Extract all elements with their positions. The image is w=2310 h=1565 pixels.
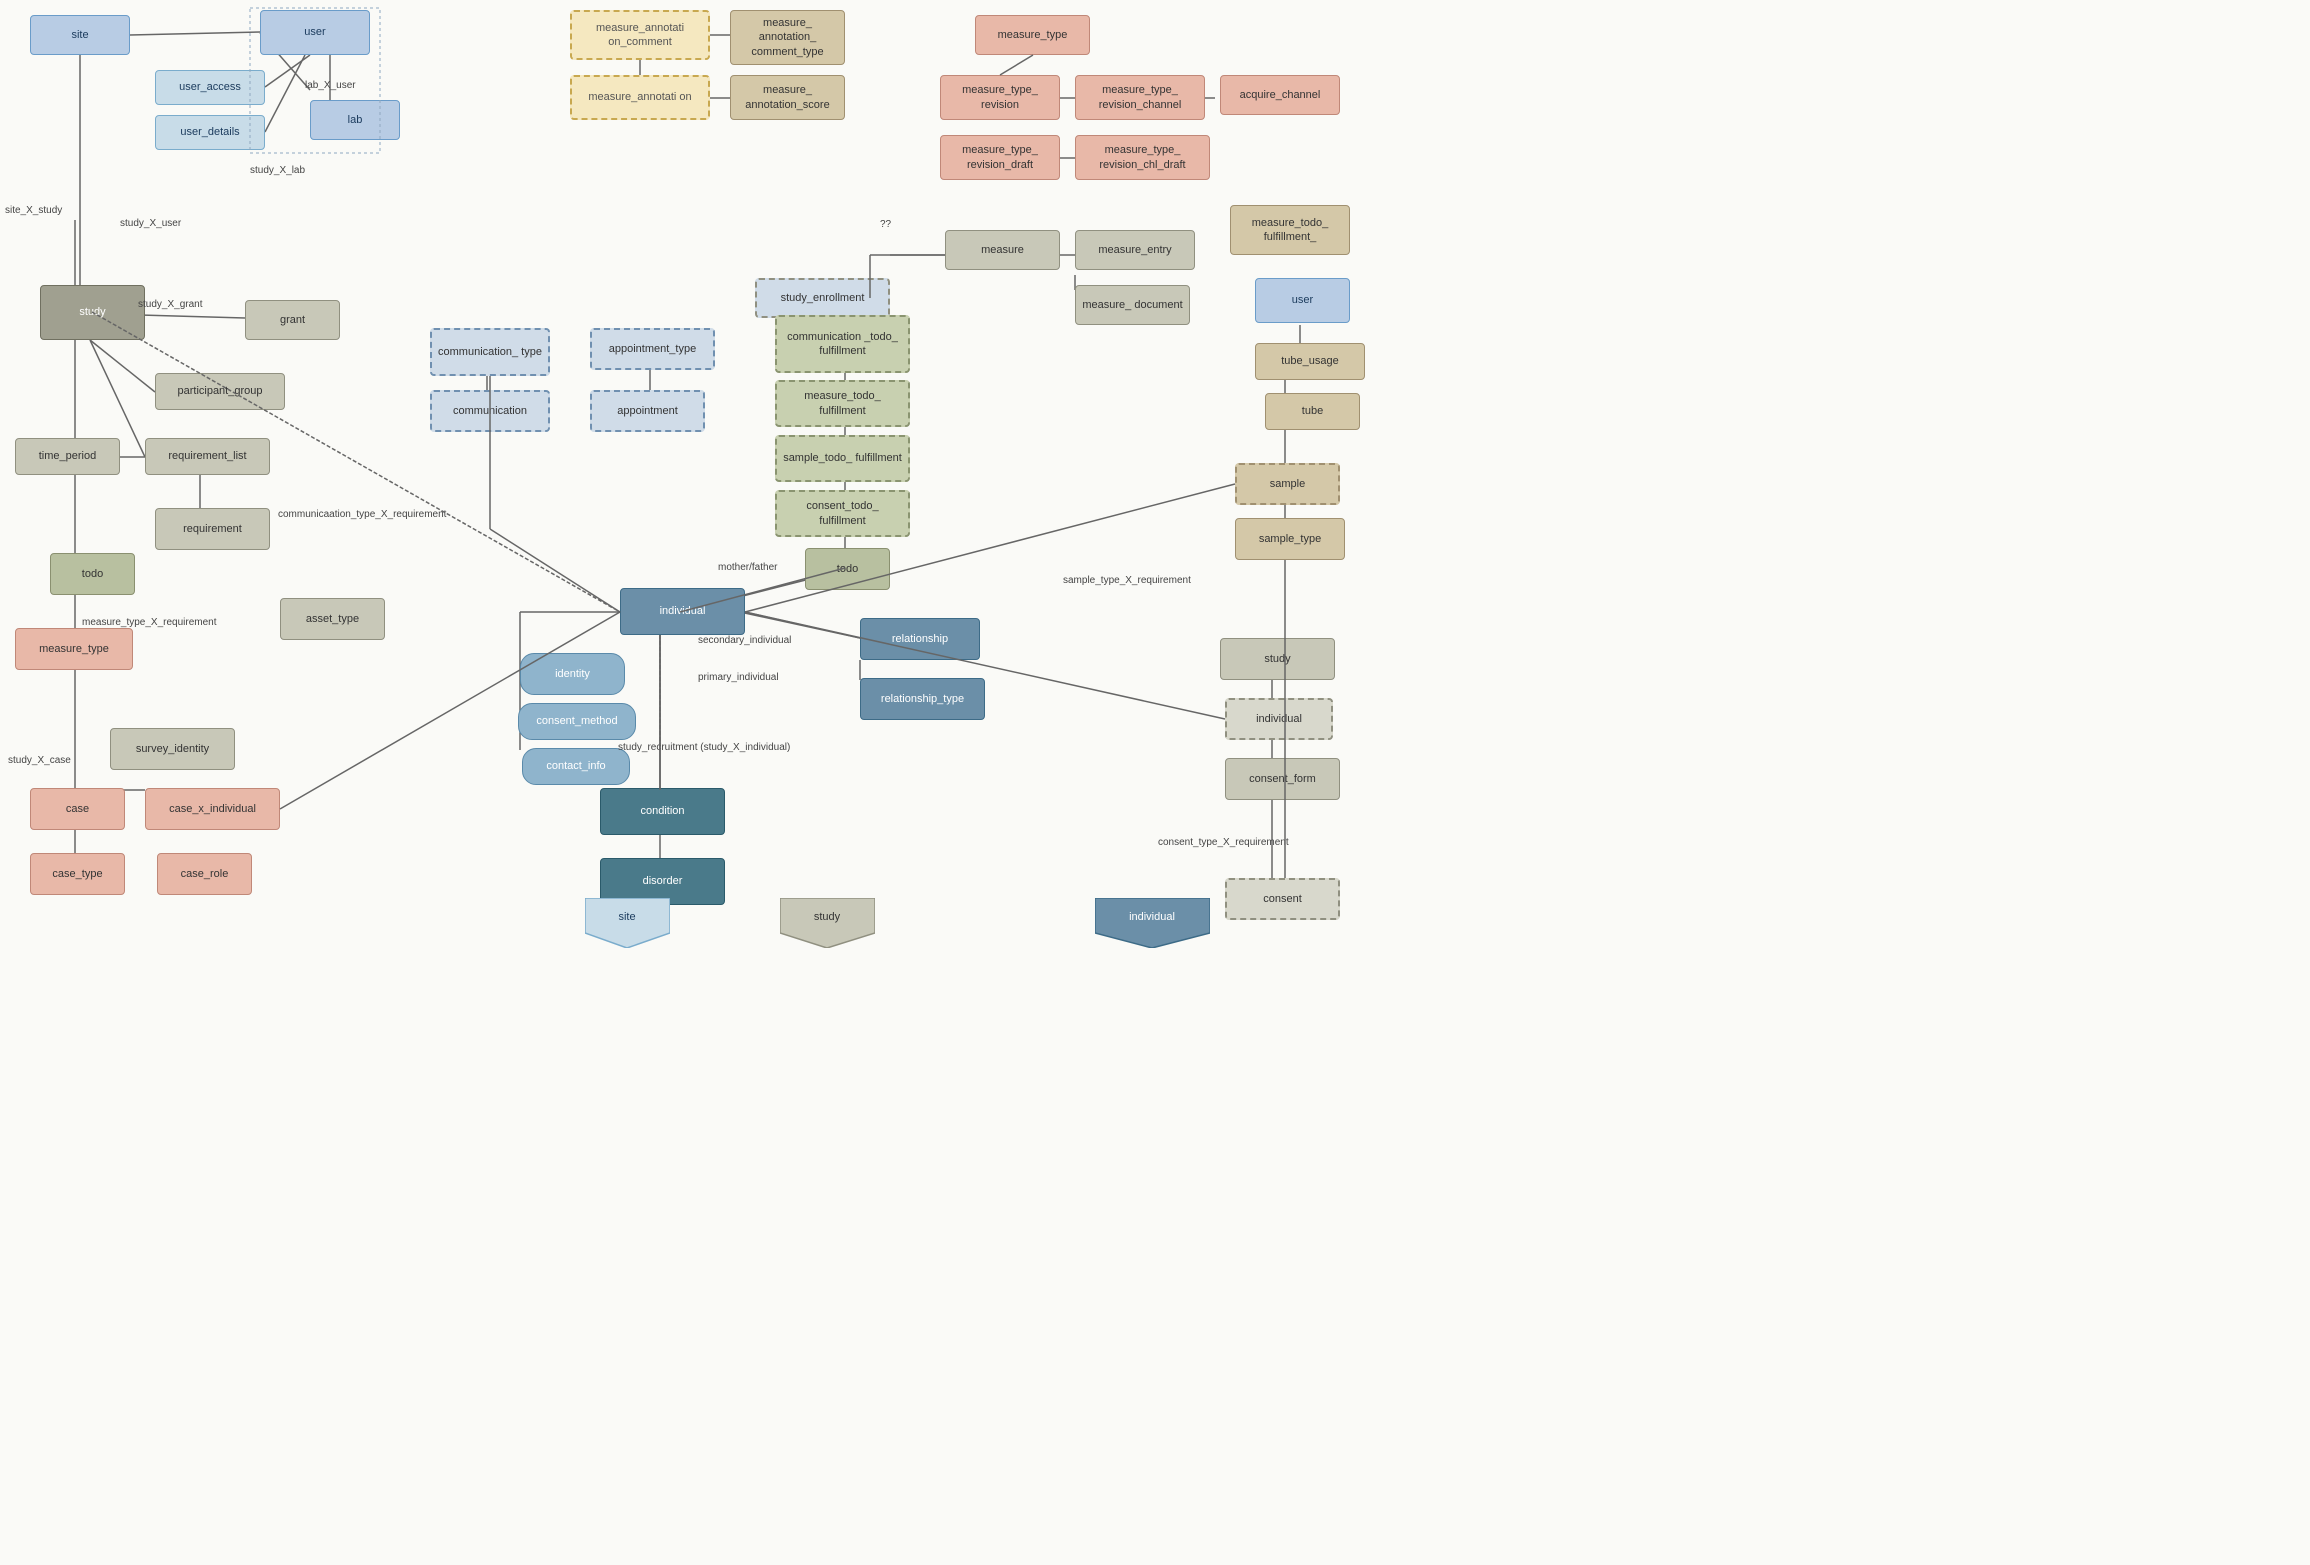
entity-individual-bottom[interactable]: individual <box>1095 898 1210 948</box>
entity-measure-type-left[interactable]: measure_type <box>15 628 133 670</box>
entity-consent-method[interactable]: consent_method <box>518 703 636 740</box>
entity-contact-info[interactable]: contact_info <box>522 748 630 785</box>
label-study-recruitment: study_recruitment (study_X_individual) <box>618 742 790 753</box>
entity-study[interactable]: study <box>40 285 145 340</box>
entity-user-access[interactable]: user_access <box>155 70 265 105</box>
entity-case[interactable]: case <box>30 788 125 830</box>
entity-acquire-channel[interactable]: acquire_channel <box>1220 75 1340 115</box>
entity-measure[interactable]: measure <box>945 230 1060 270</box>
entity-user-top-right[interactable]: user <box>1255 278 1350 323</box>
entity-relationship-type[interactable]: relationship_type <box>860 678 985 720</box>
entity-measure-annotation[interactable]: measure_annotati on <box>570 75 710 120</box>
svg-text:study: study <box>814 911 841 923</box>
entity-requirement[interactable]: requirement <box>155 508 270 550</box>
entity-condition[interactable]: condition <box>600 788 725 835</box>
entity-case-x-individual[interactable]: case_x_individual <box>145 788 280 830</box>
entity-measure-entry[interactable]: measure_entry <box>1075 230 1195 270</box>
entity-communication-todo-fulfillment[interactable]: communication _todo_ fulfillment <box>775 315 910 373</box>
entity-site-bottom[interactable]: site <box>585 898 670 948</box>
entity-lab[interactable]: lab <box>310 100 400 140</box>
entity-case-role[interactable]: case_role <box>157 853 252 895</box>
entity-appointment[interactable]: appointment <box>590 390 705 432</box>
label-mother-father: mother/father <box>718 562 777 573</box>
entity-measure-type-revision-draft[interactable]: measure_type_ revision_draft <box>940 135 1060 180</box>
label-measure-type-x-requirement: measure_type_X_requirement <box>82 617 217 628</box>
entity-measure-todo-fulfillment-top[interactable]: measure_todo_ fulfillment_ <box>1230 205 1350 255</box>
entity-case-type[interactable]: case_type <box>30 853 125 895</box>
entity-study-bottom[interactable]: study <box>780 898 875 948</box>
entity-survey-identity[interactable]: survey_identity <box>110 728 235 770</box>
entity-measure-type-revision-channel[interactable]: measure_type_ revision_channel <box>1075 75 1205 120</box>
label-study-x-case: study_X_case <box>8 755 71 766</box>
entity-tube[interactable]: tube <box>1265 393 1360 430</box>
label-study-x-grant: study_X_grant <box>138 299 203 310</box>
label-sample-type-x-requirement: sample_type_X_requirement <box>1063 575 1191 586</box>
entity-measure-annotation-comment-type[interactable]: measure_ annotation_ comment_type <box>730 10 845 65</box>
label-primary-individual: primary_individual <box>698 672 779 683</box>
entity-appointment-type[interactable]: appointment_type <box>590 328 715 370</box>
label-consent-type-x-requirement: consent_type_X_requirement <box>1158 837 1289 848</box>
entity-consent[interactable]: individual <box>1225 698 1333 740</box>
label-question-marks: ?? <box>880 219 891 230</box>
entity-measure-type[interactable]: measure_type <box>975 15 1090 55</box>
label-study-x-user: study_X_user <box>120 218 181 229</box>
entity-relationship[interactable]: relationship <box>860 618 980 660</box>
entity-consent-form[interactable]: study <box>1220 638 1335 680</box>
entity-measure-todo-fulfillment[interactable]: measure_todo_ fulfillment <box>775 380 910 427</box>
entity-measure-annotation-comment[interactable]: measure_annotati on_comment <box>570 10 710 60</box>
entity-measure-document[interactable]: measure_ document <box>1075 285 1190 325</box>
entity-requirement-bottom[interactable]: consent <box>1225 878 1340 920</box>
entity-individual[interactable]: individual <box>620 588 745 635</box>
entity-identity[interactable]: identity <box>520 653 625 695</box>
entity-user-details[interactable]: user_details <box>155 115 265 150</box>
label-secondary-individual: secondary_individual <box>698 635 791 646</box>
diagram-container: site user user_access user_details lab m… <box>0 0 2310 1565</box>
entity-tube-usage[interactable]: tube_usage <box>1255 343 1365 380</box>
entity-measure-annotation-score[interactable]: measure_ annotation_score <box>730 75 845 120</box>
entity-sample-todo-fulfillment[interactable]: sample_todo_ fulfillment <box>775 435 910 482</box>
entity-participant-group[interactable]: participant_group <box>155 373 285 410</box>
label-study-x-lab: study_X_lab <box>250 165 305 176</box>
entity-measure-type-revision[interactable]: measure_type_ revision <box>940 75 1060 120</box>
entity-communication-type[interactable]: communication_ type <box>430 328 550 376</box>
entity-site[interactable]: site <box>30 15 130 55</box>
label-lab-x-user: lab_X_user <box>305 80 356 91</box>
entity-user[interactable]: user <box>260 10 370 55</box>
entity-measure-type-revision-chl-draft[interactable]: measure_type_ revision_chl_draft <box>1075 135 1210 180</box>
entity-asset-type[interactable]: asset_type <box>280 598 385 640</box>
svg-text:individual: individual <box>1129 911 1175 923</box>
svg-text:site: site <box>618 911 635 923</box>
entity-time-period[interactable]: time_period <box>15 438 120 475</box>
entity-consent-todo-fulfillment[interactable]: consent_todo_ fulfillment <box>775 490 910 537</box>
label-site-x-study: site_X_study <box>5 205 62 216</box>
entity-study-enrollment[interactable]: study_enrollment <box>755 278 890 318</box>
label-communication-type-x-requirement: communicaation_type_X_requirement <box>278 509 446 520</box>
entity-grant[interactable]: grant <box>245 300 340 340</box>
entity-todo-center[interactable]: todo <box>805 548 890 590</box>
entity-sample-type[interactable]: sample_type <box>1235 518 1345 560</box>
entity-sample[interactable]: sample <box>1235 463 1340 505</box>
entity-requirement-list[interactable]: requirement_list <box>145 438 270 475</box>
entity-communication[interactable]: communication <box>430 390 550 432</box>
entity-todo-left[interactable]: todo <box>50 553 135 595</box>
entity-consent-type[interactable]: consent_form <box>1225 758 1340 800</box>
